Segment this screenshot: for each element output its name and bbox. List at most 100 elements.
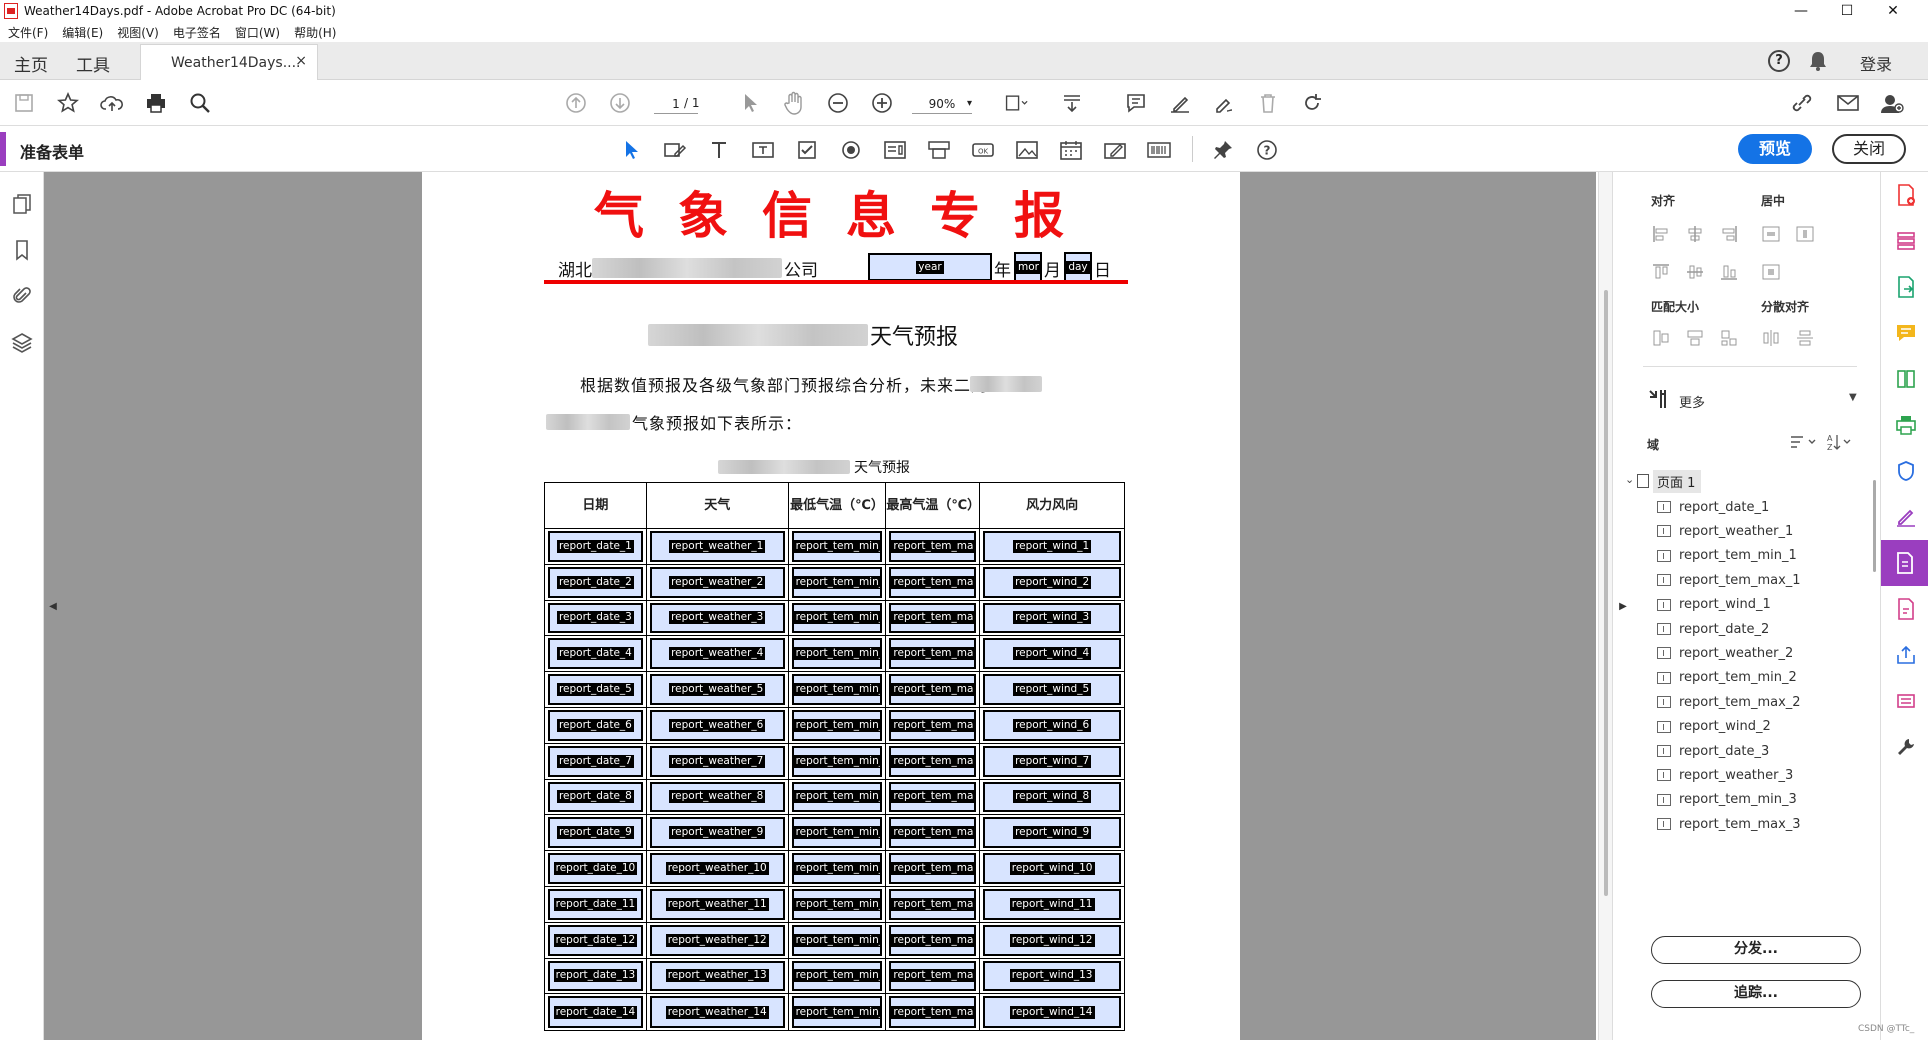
highlight-pen-icon[interactable] [1168, 91, 1192, 115]
organize-pages-icon[interactable] [1893, 228, 1919, 254]
form-field-date[interactable]: report_date_3 [548, 602, 643, 634]
fill-sign-icon[interactable] [1893, 504, 1919, 530]
form-help-icon[interactable]: ? [1254, 137, 1280, 163]
menu-help[interactable]: 帮助(H) [294, 24, 336, 41]
form-field-wind[interactable]: report_wind_1 [983, 531, 1121, 562]
comment-tool-icon[interactable] [1893, 320, 1919, 346]
field-tree-item[interactable]: report_tem_min_3 [1657, 789, 1797, 811]
menu-view[interactable]: 视图(V) [117, 24, 159, 41]
barcode-field-icon[interactable] [1146, 137, 1172, 163]
form-field-date[interactable]: report_date_1 [548, 531, 643, 562]
form-field-wind[interactable]: report_wind_13 [983, 960, 1121, 992]
tab-document[interactable]: Weather14Days.... × [140, 44, 318, 80]
form-field-max-temp[interactable]: report_tem_ma [889, 781, 977, 813]
form-field-max-temp[interactable]: report_tem_ma [889, 817, 977, 849]
page-thumbnails-icon[interactable] [10, 192, 34, 216]
form-field-wind[interactable]: report_wind_5 [983, 674, 1121, 705]
form-field-wind[interactable]: report_wind_4 [983, 638, 1121, 670]
close-form-button[interactable]: 关闭 [1832, 134, 1906, 164]
form-field-min-temp[interactable]: report_tem_min_ [791, 888, 883, 920]
field-tree-item[interactable]: report_weather_1 [1657, 520, 1793, 542]
stamp-icon[interactable] [1893, 688, 1919, 714]
month-field[interactable]: mor [1014, 252, 1042, 282]
form-field-weather[interactable]: report_weather_2 [649, 566, 785, 598]
field-tree-item[interactable]: report_tem_min_1 [1657, 545, 1797, 567]
day-field[interactable]: day [1064, 252, 1092, 282]
tab-tools[interactable]: 工具 [76, 51, 110, 76]
form-field-date[interactable]: report_date_13 [548, 960, 643, 992]
form-field-date[interactable]: report_date_8 [548, 781, 643, 813]
menu-esign[interactable]: 电子签名 [173, 24, 221, 41]
menu-edit[interactable]: 编辑(E) [62, 24, 103, 41]
form-field-min-temp[interactable]: report_tem_min_ [791, 531, 883, 562]
field-tree-item[interactable]: report_date_2 [1657, 618, 1769, 640]
layers-icon[interactable] [10, 330, 34, 354]
form-field-wind[interactable]: report_wind_2 [983, 566, 1121, 598]
align-bottom-icon[interactable] [1719, 262, 1739, 282]
page-node-label[interactable]: 页面 1 [1653, 470, 1702, 493]
prev-page-icon[interactable] [564, 91, 588, 115]
form-field-weather[interactable]: report_weather_14 [649, 996, 785, 1029]
edit-fields-icon[interactable] [662, 137, 688, 163]
align-top-icon[interactable] [1651, 262, 1671, 282]
bell-icon[interactable] [1808, 50, 1828, 72]
form-field-max-temp[interactable]: report_tem_ma [889, 924, 977, 956]
hand-tool-icon[interactable] [782, 91, 806, 115]
form-field-weather[interactable]: report_weather_12 [649, 924, 785, 956]
bookmark-icon[interactable] [10, 238, 34, 262]
tab-home[interactable]: 主页 [14, 51, 48, 76]
text-field-icon[interactable] [750, 137, 776, 163]
minimize-button[interactable]: — [1778, 0, 1824, 22]
form-field-min-temp[interactable]: report_tem_min_ [791, 781, 883, 813]
protect-shield-icon[interactable] [1893, 458, 1919, 484]
match-both-icon[interactable] [1719, 328, 1739, 348]
checkbox-icon[interactable] [794, 137, 820, 163]
field-tree-item[interactable]: report_tem_min_2 [1657, 667, 1797, 689]
form-field-max-temp[interactable]: report_tem_ma [889, 531, 977, 562]
sort-options-icon[interactable] [1789, 434, 1817, 450]
login-link[interactable]: 登录 [1860, 51, 1892, 75]
email-icon[interactable] [1836, 91, 1860, 115]
field-tree-item[interactable]: report_wind_1 [1657, 594, 1771, 616]
signature-field-icon[interactable] [1102, 137, 1128, 163]
form-field-min-temp[interactable]: report_tem_min_ [791, 924, 883, 956]
field-tree-item[interactable]: report_weather_3 [1657, 764, 1793, 786]
menu-window[interactable]: 窗口(W) [235, 24, 280, 41]
image-field-icon[interactable] [1014, 137, 1040, 163]
match-height-icon[interactable] [1685, 328, 1705, 348]
form-field-date[interactable]: report_date_7 [548, 745, 643, 777]
tree-scrollbar-thumb[interactable] [1873, 480, 1876, 572]
zoom-out-icon[interactable] [826, 91, 850, 115]
form-field-date[interactable]: report_date_2 [548, 566, 643, 598]
prepare-form-tool-icon[interactable] [1881, 540, 1928, 586]
scrollbar-thumb[interactable] [1604, 290, 1608, 896]
cloud-upload-icon[interactable] [100, 91, 124, 115]
form-field-date[interactable]: report_date_11 [548, 888, 643, 920]
form-field-weather[interactable]: report_weather_5 [649, 674, 785, 705]
field-tree-item[interactable]: report_tem_max_1 [1657, 569, 1801, 591]
create-pdf-icon[interactable] [1893, 182, 1919, 208]
form-field-wind[interactable]: report_wind_11 [983, 888, 1121, 920]
form-field-weather[interactable]: report_weather_6 [649, 709, 785, 741]
close-window-button[interactable]: ✕ [1870, 0, 1916, 22]
document-scrollbar[interactable] [1598, 172, 1612, 1040]
form-field-min-temp[interactable]: report_tem_min_ [791, 745, 883, 777]
form-field-date[interactable]: report_date_6 [548, 709, 643, 741]
form-field-weather[interactable]: report_weather_4 [649, 638, 785, 670]
dropdown-field-icon[interactable] [926, 137, 952, 163]
send-share-icon[interactable] [1893, 642, 1919, 668]
zoom-level-select[interactable]: 90% ▾ [912, 94, 972, 114]
form-field-wind[interactable]: report_wind_7 [983, 745, 1121, 777]
form-field-max-temp[interactable]: report_tem_ma [889, 674, 977, 705]
export-pdf-icon[interactable] [1893, 274, 1919, 300]
left-panel-collapse-icon[interactable]: ◀ [46, 172, 60, 1040]
field-tree-item[interactable]: report_wind_2 [1657, 716, 1771, 738]
select-object-icon[interactable] [618, 137, 644, 163]
form-field-weather[interactable]: report_weather_1 [649, 531, 785, 562]
form-field-max-temp[interactable]: report_tem_ma [889, 638, 977, 670]
add-user-icon[interactable] [1880, 91, 1904, 115]
center-both-icon[interactable] [1761, 262, 1781, 282]
form-field-weather[interactable]: report_weather_7 [649, 745, 785, 777]
form-field-max-temp[interactable]: report_tem_ma [889, 853, 977, 884]
match-width-icon[interactable] [1651, 328, 1671, 348]
